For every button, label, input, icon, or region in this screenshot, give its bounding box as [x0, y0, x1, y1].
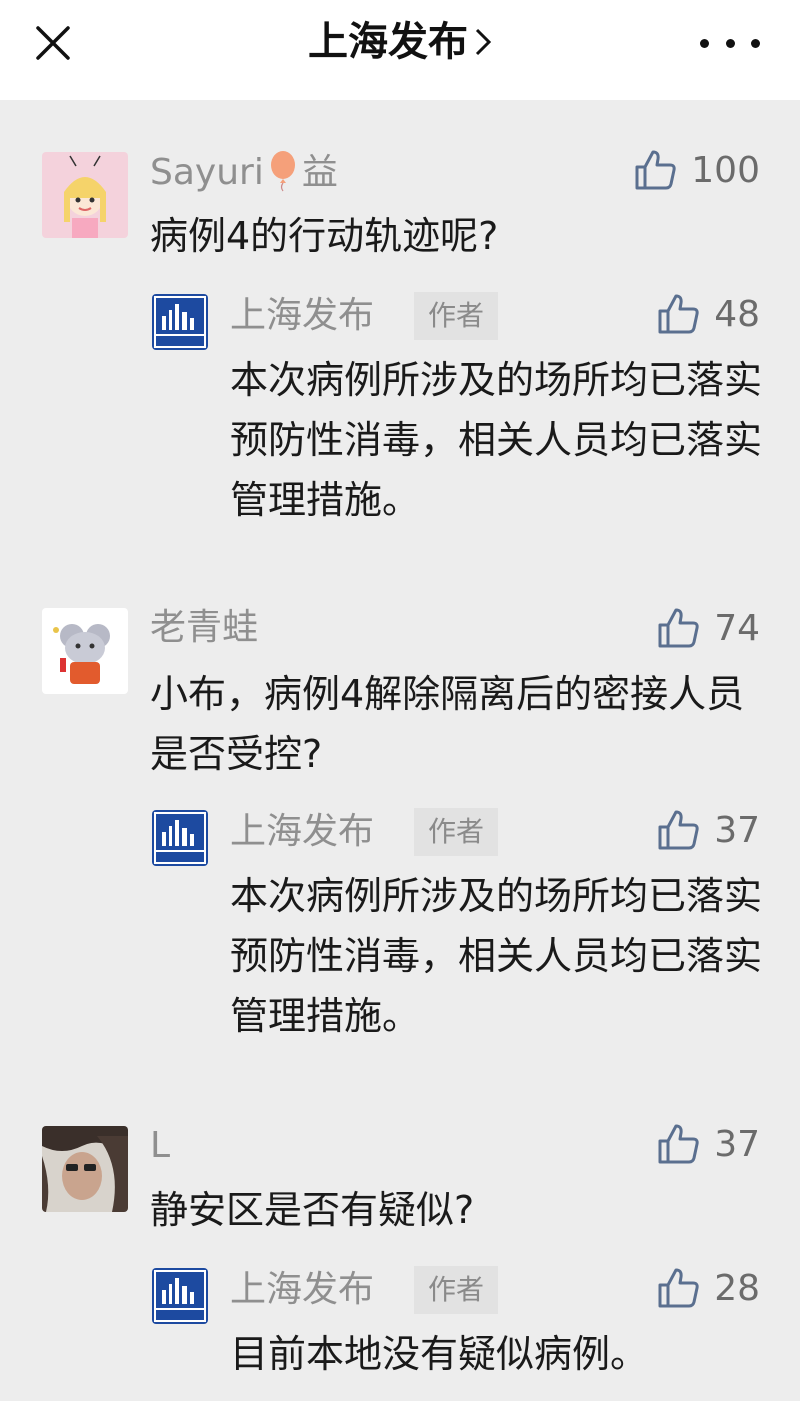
account-title-link[interactable]: 上海发布: [0, 14, 800, 72]
thumbs-up-icon: [656, 292, 700, 336]
comment-text: 小布，病例4解除隔离后的密接人员是否受控?: [150, 672, 745, 776]
like-count: 48: [714, 293, 760, 335]
thumbs-up-icon: [633, 148, 677, 192]
like-button[interactable]: 37: [656, 1122, 760, 1166]
balloon-icon: [270, 151, 295, 192]
thumbs-up-icon: [656, 1266, 700, 1310]
thumbs-up-icon: [656, 606, 700, 650]
like-count: 100: [691, 149, 760, 191]
author-badge: 作者: [414, 1266, 498, 1314]
author-avatar[interactable]: [152, 1268, 208, 1324]
like-button[interactable]: 48: [656, 292, 760, 336]
like-button[interactable]: 100: [633, 148, 760, 192]
author-avatar[interactable]: [152, 294, 208, 350]
author-badge: 作者: [414, 808, 498, 856]
more-dot-icon: [725, 38, 735, 48]
comment-username: Sayuri 益: [150, 150, 338, 195]
page-title: 上海发布: [308, 19, 468, 65]
top-navigation-bar: 上海发布: [0, 0, 800, 100]
comment-text: 静安区是否有疑似?: [150, 1188, 475, 1232]
like-count: 37: [714, 809, 760, 851]
more-dot-icon: [751, 38, 760, 48]
user-avatar[interactable]: [42, 152, 128, 238]
comment-username: 老青蛙: [150, 607, 259, 648]
reply-username: 上海发布: [230, 1269, 375, 1310]
author-badge: 作者: [414, 292, 498, 340]
reply-username: 上海发布: [230, 295, 375, 336]
username-suffix: 益: [301, 152, 338, 193]
reply-text: 本次病例所涉及的场所均已落实预防性消毒，相关人员均已落实管理措施。: [230, 358, 763, 522]
like-count: 74: [714, 607, 760, 649]
like-button[interactable]: 74: [656, 606, 760, 650]
more-dot-icon: [700, 38, 709, 48]
user-avatar[interactable]: [42, 608, 128, 694]
reply-text: 目前本地没有疑似病例。: [230, 1332, 649, 1376]
thumbs-up-icon: [656, 808, 700, 852]
comment-text: 病例4的行动轨迹呢?: [150, 214, 499, 258]
like-count: 37: [714, 1123, 760, 1165]
chevron-right-icon: [474, 16, 492, 72]
username-text: Sayuri: [150, 152, 264, 193]
like-button[interactable]: 37: [656, 808, 760, 852]
comment-username: L: [150, 1125, 171, 1166]
like-count: 28: [714, 1267, 760, 1309]
more-options-button[interactable]: [700, 28, 760, 58]
like-button[interactable]: 28: [656, 1266, 760, 1310]
reply-text: 本次病例所涉及的场所均已落实预防性消毒，相关人员均已落实管理措施。: [230, 874, 763, 1038]
reply-username: 上海发布: [230, 811, 375, 852]
thumbs-up-icon: [656, 1122, 700, 1166]
user-avatar[interactable]: [42, 1126, 128, 1212]
author-avatar[interactable]: [152, 810, 208, 866]
